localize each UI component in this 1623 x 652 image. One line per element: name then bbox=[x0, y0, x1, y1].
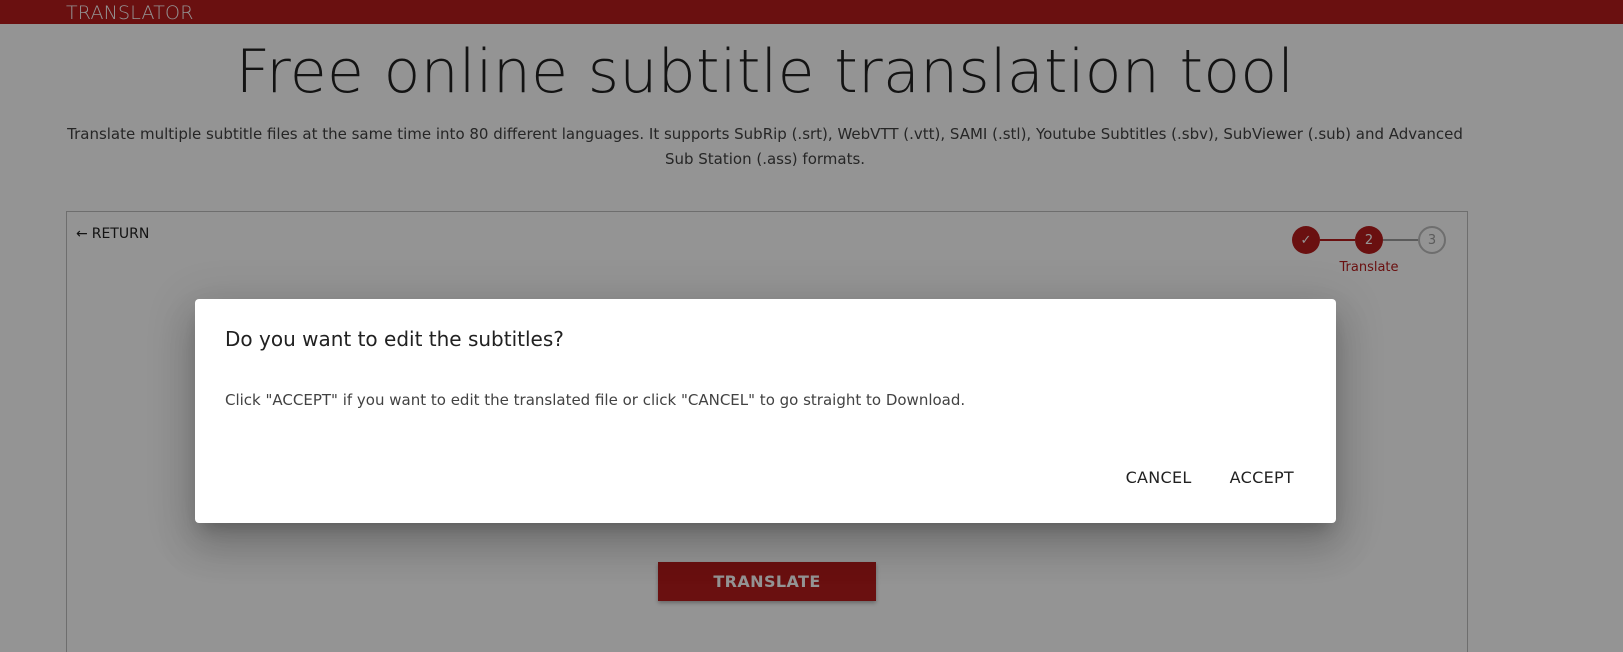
dialog-body: Click "ACCEPT" if you want to edit the t… bbox=[225, 391, 966, 409]
dialog-title: Do you want to edit the subtitles? bbox=[225, 327, 564, 351]
page: TRANSLATOR Free online subtitle translat… bbox=[0, 0, 1623, 652]
accept-button[interactable]: ACCEPT bbox=[1218, 462, 1306, 493]
cancel-button[interactable]: CANCEL bbox=[1114, 462, 1204, 493]
edit-subtitles-dialog: Do you want to edit the subtitles? Click… bbox=[195, 299, 1336, 523]
dialog-actions: CANCEL ACCEPT bbox=[1114, 462, 1306, 493]
